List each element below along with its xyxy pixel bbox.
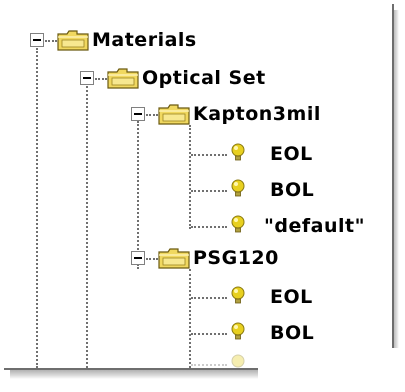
- bulb-icon: [231, 286, 245, 306]
- tree-connector: [191, 226, 227, 228]
- tree-node-optical-set-label[interactable]: Optical Set: [142, 67, 266, 89]
- kapton-collapse-toggle[interactable]: [131, 107, 145, 121]
- bulb-icon: [231, 143, 245, 163]
- bulb-icon: [231, 322, 245, 342]
- materials-collapse-toggle[interactable]: [30, 33, 44, 47]
- tree-connector: [146, 258, 158, 260]
- tree-connector: [95, 78, 107, 80]
- folder-icon: [158, 103, 190, 125]
- tree-guide-psg-children: [189, 269, 191, 368]
- tree-leaf-kapton-default[interactable]: "default": [264, 215, 365, 237]
- tree-node-materials-label[interactable]: Materials: [92, 29, 197, 51]
- psg120-collapse-toggle[interactable]: [131, 251, 145, 265]
- tree-leaf-kapton-eol[interactable]: EOL: [270, 143, 313, 165]
- folder-icon: [57, 29, 89, 51]
- tree-leaf-psg120-bol[interactable]: BOL: [270, 322, 314, 344]
- tree-connector: [191, 333, 227, 335]
- bulb-icon-faded: [231, 354, 245, 368]
- tree-connector: [45, 40, 57, 42]
- tree-connector: [191, 154, 227, 156]
- tree-connector-faded: [191, 364, 227, 366]
- tree-connector: [191, 297, 227, 299]
- tree-leaf-kapton-bol[interactable]: BOL: [270, 179, 314, 201]
- tree-connector: [191, 190, 227, 192]
- bulb-icon: [231, 215, 245, 235]
- tree-guide-level2: [137, 121, 139, 269]
- tree-guide-root: [36, 48, 38, 368]
- tree-node-kapton-label[interactable]: Kapton3mil: [193, 103, 321, 125]
- folder-icon: [107, 67, 139, 89]
- corner-overlay: [258, 348, 405, 392]
- folder-icon: [158, 247, 190, 269]
- bulb-icon: [231, 179, 245, 199]
- tree-guide-level1: [86, 86, 88, 368]
- tree-guide-kapton-children: [189, 125, 191, 229]
- tree-view-window: Materials Optical Set Kapton3mil EOL BOL…: [0, 0, 405, 392]
- tree-leaf-psg120-eol[interactable]: EOL: [270, 286, 313, 308]
- optical-set-collapse-toggle[interactable]: [80, 71, 94, 85]
- tree-node-psg120-label[interactable]: PSG120: [193, 247, 279, 269]
- tree-connector: [146, 114, 158, 116]
- tree-panel: Materials Optical Set Kapton3mil EOL BOL…: [4, 4, 394, 370]
